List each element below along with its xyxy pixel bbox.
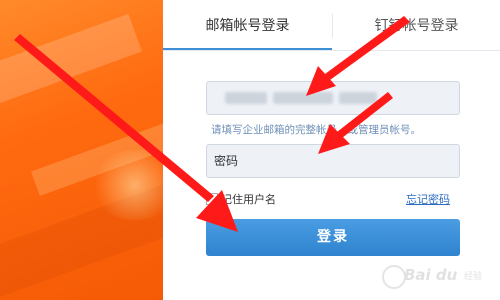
login-tabs: 邮箱帐号登录 钉钉帐号登录 — [163, 0, 500, 51]
remember-label: 记住用户名 — [221, 193, 276, 206]
tab-dingtalk-login[interactable]: 钉钉帐号登录 — [333, 0, 500, 50]
active-tab-indicator — [163, 48, 332, 50]
banner-stripe — [0, 13, 143, 107]
left-banner-image — [0, 0, 163, 300]
email-hint-text: 请填写企业邮箱的完整帐号，或管理员帐号。 — [211, 124, 421, 136]
forgot-password-link[interactable]: 忘记密码 — [406, 191, 450, 207]
remember-checkbox[interactable] — [206, 193, 218, 205]
tab-email-login[interactable]: 邮箱帐号登录 — [163, 0, 332, 50]
password-field[interactable]: 密码 — [206, 144, 460, 178]
paw-icon — [382, 265, 406, 289]
redacted-text — [339, 92, 377, 104]
email-field[interactable] — [206, 81, 460, 115]
watermark-brand: Bai du — [404, 266, 458, 284]
redacted-text — [225, 92, 267, 104]
password-placeholder: 密码 — [214, 154, 239, 168]
login-button[interactable]: 登录 — [206, 219, 460, 256]
baidu-watermark: Bai du 经验 — [380, 262, 495, 292]
watermark-sub: 经验 — [464, 272, 483, 282]
redacted-text — [273, 92, 333, 104]
